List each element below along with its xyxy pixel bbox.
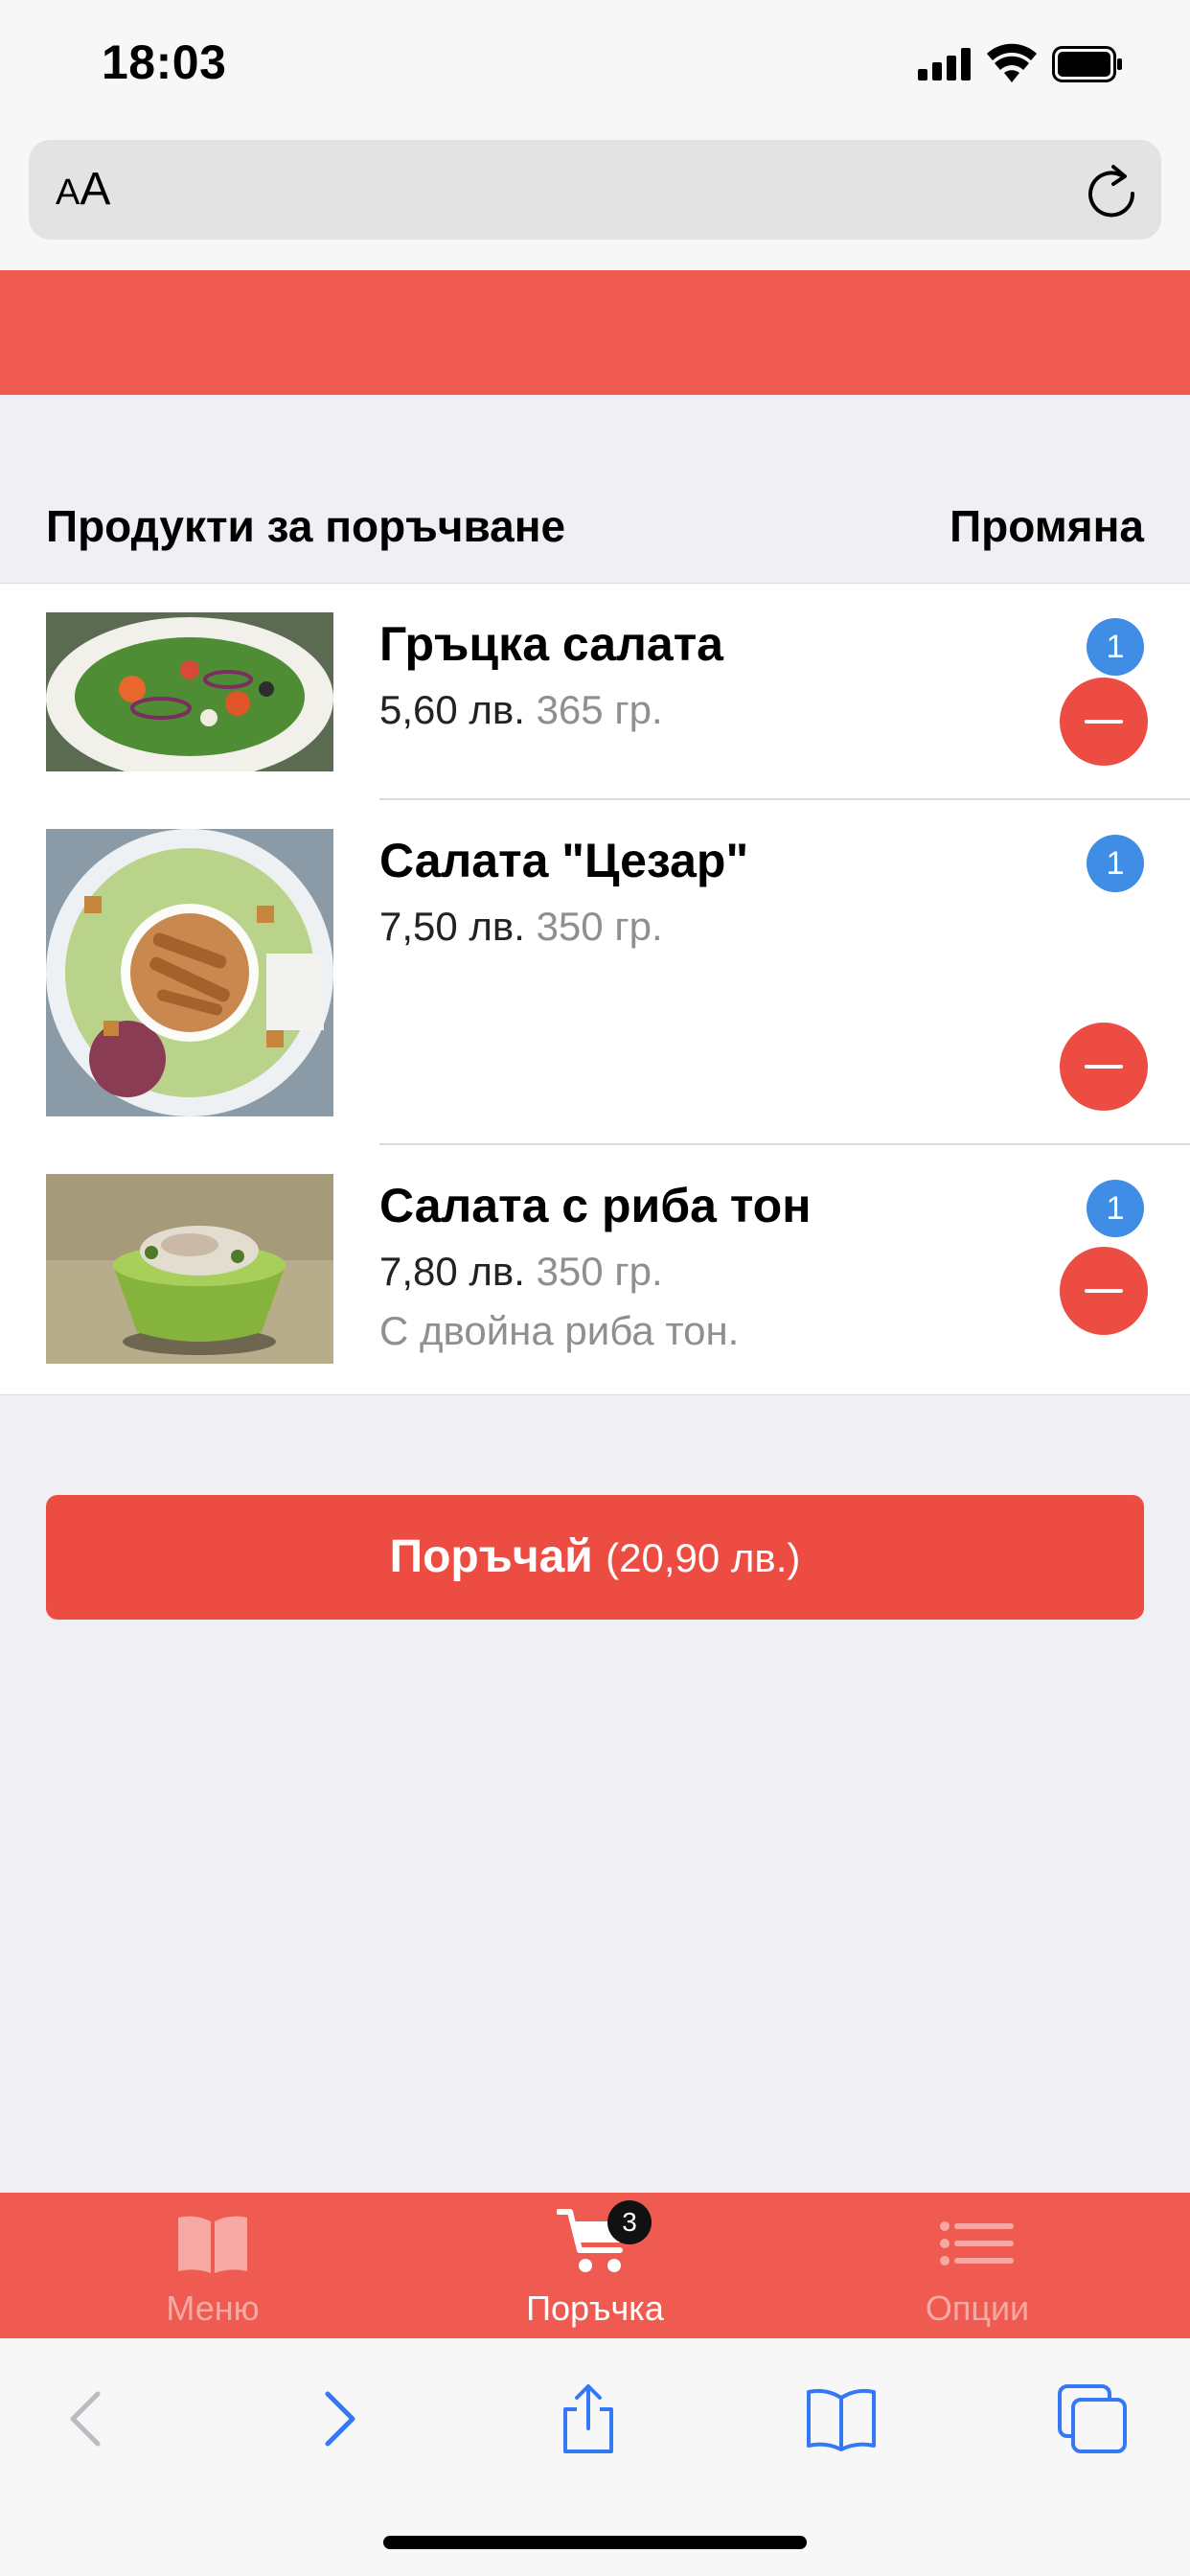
quantity-badge: 1: [1087, 618, 1144, 676]
cart-count-badge: 3: [607, 2200, 652, 2244]
place-order-button[interactable]: Поръчай (20,90 лв.): [46, 1495, 1144, 1620]
section-title: Продукти за поръчване: [46, 501, 566, 551]
caesar-salad-image: [46, 829, 333, 1116]
item-price: 5,60 лв. 365 гр.: [379, 687, 663, 732]
remove-item-button[interactable]: [1060, 1247, 1148, 1335]
book-icon: [178, 2216, 247, 2273]
share-icon[interactable]: [550, 2380, 627, 2457]
item-name: Салата с риба тон: [379, 1179, 812, 1232]
tab-menu[interactable]: Меню: [14, 2193, 411, 2338]
tuna-salad-image: [46, 1174, 333, 1364]
list-item[interactable]: Салата с риба тон 7,80 лв. 350 гр. С дво…: [0, 1145, 1190, 1394]
tab-label: Поръчка: [526, 2288, 664, 2328]
remove-item-button[interactable]: [1060, 1023, 1148, 1111]
back-icon[interactable]: [50, 2380, 126, 2457]
list-item[interactable]: Гръцка салата 5,60 лв. 365 гр. 1: [0, 584, 1190, 800]
tab-label: Меню: [166, 2288, 260, 2328]
change-header-label: Промяна: [950, 501, 1144, 551]
tab-order[interactable]: 3 Поръчка: [397, 2193, 793, 2338]
reload-icon[interactable]: [1085, 161, 1138, 218]
list-icon: [940, 2221, 1014, 2266]
list-item[interactable]: Салата "Цезар" 7,50 лв. 350 гр. 1: [0, 800, 1190, 1145]
greek-salad-image: [46, 612, 333, 771]
cellular-signal-icon: [918, 48, 972, 80]
item-price: 7,50 лв. 350 гр.: [379, 904, 663, 949]
address-bar[interactable]: [29, 140, 1161, 240]
forward-icon[interactable]: [299, 2380, 376, 2457]
item-name: Салата "Цезар": [379, 834, 749, 887]
quantity-badge: 1: [1087, 1180, 1144, 1237]
status-time: 18:03: [102, 35, 227, 89]
tabs-icon[interactable]: [1054, 2380, 1131, 2457]
bookmarks-icon[interactable]: [803, 2380, 880, 2457]
item-price: 7,80 лв. 350 гр.: [379, 1249, 663, 1294]
quantity-badge: 1: [1087, 835, 1144, 892]
tab-label: Опции: [925, 2288, 1030, 2328]
reader-text-size-button[interactable]: AA: [56, 163, 110, 216]
home-indicator: [383, 2536, 807, 2549]
tab-options[interactable]: Опции: [779, 2193, 1176, 2338]
battery-icon: [1052, 46, 1122, 82]
app-header-bar: [0, 270, 1190, 395]
item-name: Гръцка салата: [379, 617, 723, 671]
remove-item-button[interactable]: [1060, 678, 1148, 766]
bottom-tab-bar: Меню 3 Поръчка Опции: [0, 2193, 1190, 2338]
order-items-list: Гръцка салата 5,60 лв. 365 гр. 1 Салата …: [0, 583, 1190, 1395]
wifi-icon: [987, 43, 1037, 82]
item-note: С двойна риба тон.: [379, 1308, 740, 1353]
